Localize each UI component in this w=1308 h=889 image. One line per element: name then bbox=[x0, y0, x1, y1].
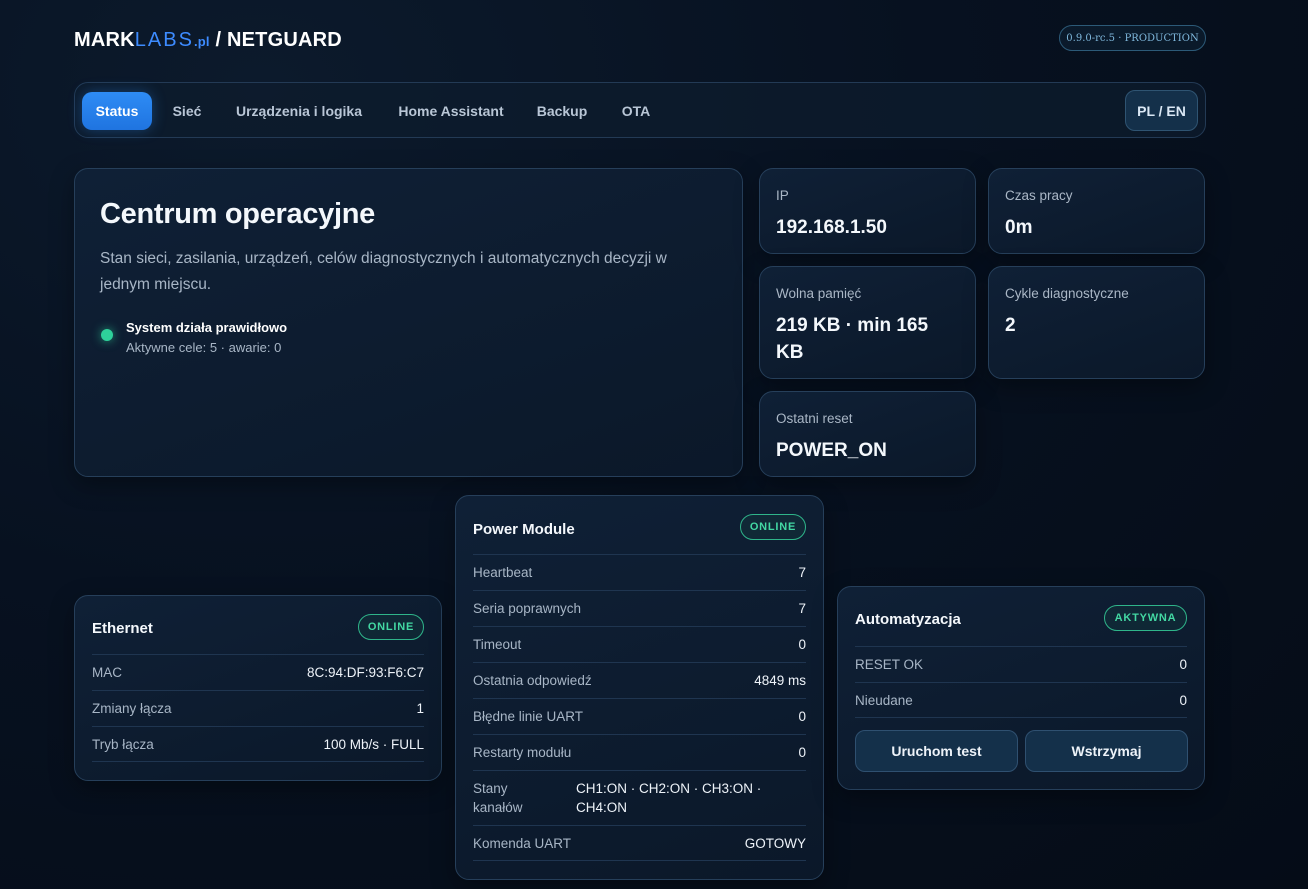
list-item: Zmiany łącza 1 bbox=[92, 690, 424, 726]
row-value: 7 bbox=[798, 601, 806, 616]
row-value: 7 bbox=[798, 565, 806, 580]
panel-title: Automatyzacja bbox=[855, 611, 961, 628]
status-indicator-icon bbox=[101, 329, 113, 341]
automation-card: Automatyzacja AKTYWNA RESET OK 0 Nieudane… bbox=[837, 586, 1205, 790]
row-key: Seria poprawnych bbox=[473, 601, 582, 616]
ethernet-rows: MAC 8C:94:DF:93:F6:C7 Zmiany łącza 1 Tryb … bbox=[92, 654, 424, 762]
status-badge: AKTYWNA bbox=[1104, 605, 1187, 631]
row-value: GOTOWY bbox=[744, 835, 806, 851]
row-key: Restarty modułu bbox=[473, 745, 572, 760]
stat-label: IP bbox=[776, 188, 789, 203]
row-key: Komenda UART bbox=[473, 835, 572, 851]
row-value: CH1:ON · CH2:ON · CH3:ON · CH4:ON bbox=[576, 781, 762, 815]
brand-mark: MARK bbox=[74, 29, 135, 51]
operations-center-card: Centrum operacyjne Stan sieci, zasilania… bbox=[74, 168, 743, 477]
list-item: MAC 8C:94:DF:93:F6:C7 bbox=[92, 654, 424, 690]
status-badge: ONLINE bbox=[358, 614, 424, 640]
stat-label: Wolna pamięć bbox=[776, 286, 862, 301]
system-status-summary: Aktywne cele: 5 · awarie: 0 bbox=[126, 340, 282, 355]
row-value: 0 bbox=[1179, 657, 1187, 672]
stat-card-cycles: Cykle diagnostyczne 2 bbox=[988, 266, 1205, 379]
brand-labs: LABS bbox=[134, 29, 194, 51]
stat-card-memory: Wolna pamięć 219 KB · min 165 KB bbox=[759, 266, 976, 379]
row-key: Timeout bbox=[473, 637, 522, 652]
stat-value: 2 bbox=[1005, 315, 1016, 336]
list-item: Błędne linie UART 0 bbox=[473, 698, 806, 734]
list-item: Tryb łącza 100 Mb/s · FULL bbox=[92, 726, 424, 762]
panel-title: Power Module bbox=[473, 521, 575, 538]
run-test-button[interactable]: Uruchom test bbox=[855, 730, 1018, 772]
tab-siec[interactable]: Sieć bbox=[164, 92, 210, 130]
tab-home-assistant[interactable]: Home Assistant bbox=[388, 92, 514, 130]
stat-card-ip: IP 192.168.1.50 bbox=[759, 168, 976, 254]
stat-card-uptime: Czas pracy 0m bbox=[988, 168, 1205, 254]
row-key: Stany kanałów bbox=[473, 781, 523, 815]
list-item: Timeout 0 bbox=[473, 626, 806, 662]
row-key: RESET OK bbox=[855, 657, 924, 672]
brand-product: / NETGUARD bbox=[209, 29, 342, 51]
row-key: Ostatnia odpowiedź bbox=[473, 673, 592, 688]
page-description: Stan sieci, zasilania, urządzeń, celów d… bbox=[100, 250, 667, 293]
row-value: 4849 ms bbox=[754, 673, 806, 688]
stat-value: 219 KB · min 165 KB bbox=[776, 315, 929, 363]
version-badge: 0.9.0-rc.5 · PRODUCTION bbox=[1059, 25, 1206, 51]
stat-label: Cykle diagnostyczne bbox=[1005, 286, 1129, 301]
row-value: 0 bbox=[798, 745, 806, 760]
main-nav: Status Sieć Urządzenia i logika Home Ass… bbox=[74, 82, 1206, 138]
list-item: Seria poprawnych 7 bbox=[473, 590, 806, 626]
row-key: Heartbeat bbox=[473, 565, 533, 580]
brand-logo: MARKLABS.pl / NETGUARD bbox=[74, 29, 342, 52]
list-item: Stany kanałów CH1:ON · CH2:ON · CH3:ON · … bbox=[473, 770, 806, 825]
list-item: Nieudane 0 bbox=[855, 682, 1187, 718]
row-value: 100 Mb/s · FULL bbox=[323, 736, 424, 752]
list-item: Heartbeat 7 bbox=[473, 554, 806, 590]
power-module-card: Power Module ONLINE Heartbeat 7 Seria pop… bbox=[455, 495, 824, 880]
status-badge: ONLINE bbox=[740, 514, 806, 540]
tab-devices-logic[interactable]: Urządzenia i logika bbox=[225, 92, 373, 130]
ethernet-card: Ethernet ONLINE MAC 8C:94:DF:93:F6:C7 Zmi… bbox=[74, 595, 442, 781]
list-item: RESET OK 0 bbox=[855, 646, 1187, 682]
stat-label: Ostatni reset bbox=[776, 411, 853, 426]
tab-backup[interactable]: Backup bbox=[529, 92, 595, 130]
panel-title: Ethernet bbox=[92, 620, 153, 637]
row-key: Błędne linie UART bbox=[473, 709, 584, 724]
row-key: MAC bbox=[92, 665, 122, 680]
stat-value: 192.168.1.50 bbox=[776, 217, 887, 238]
row-value: 1 bbox=[416, 701, 424, 716]
power-rows: Heartbeat 7 Seria poprawnych 7 Timeout 0 Os… bbox=[473, 554, 806, 861]
row-value: 8C:94:DF:93:F6:C7 bbox=[306, 665, 424, 680]
stat-card-last-reset: Ostatni reset POWER_ON bbox=[759, 391, 976, 477]
row-key: Zmiany łącza bbox=[92, 701, 172, 716]
pause-button[interactable]: Wstrzymaj bbox=[1025, 730, 1188, 772]
tab-status[interactable]: Status bbox=[82, 92, 152, 130]
brand-pl: .pl bbox=[193, 34, 210, 49]
automation-rows: RESET OK 0 Nieudane 0 bbox=[855, 646, 1187, 718]
list-item: Komenda UART GOTOWY bbox=[473, 825, 806, 861]
list-item: Restarty modułu 0 bbox=[473, 734, 806, 770]
system-status-title: System działa prawidłowo bbox=[126, 320, 288, 335]
row-key: Nieudane bbox=[855, 692, 913, 708]
row-value: 0 bbox=[798, 637, 806, 652]
row-value: 0 bbox=[1179, 692, 1187, 708]
list-item: Ostatnia odpowiedź 4849 ms bbox=[473, 662, 806, 698]
stat-label: Czas pracy bbox=[1005, 188, 1073, 203]
stat-value: POWER_ON bbox=[776, 440, 887, 461]
row-key: Tryb łącza bbox=[92, 736, 154, 752]
row-value: 0 bbox=[798, 709, 806, 724]
stat-value: 0m bbox=[1005, 217, 1033, 238]
language-toggle-button[interactable]: PL / EN bbox=[1125, 90, 1198, 131]
tab-ota[interactable]: OTA bbox=[610, 92, 662, 130]
page-title: Centrum operacyjne bbox=[100, 198, 376, 230]
